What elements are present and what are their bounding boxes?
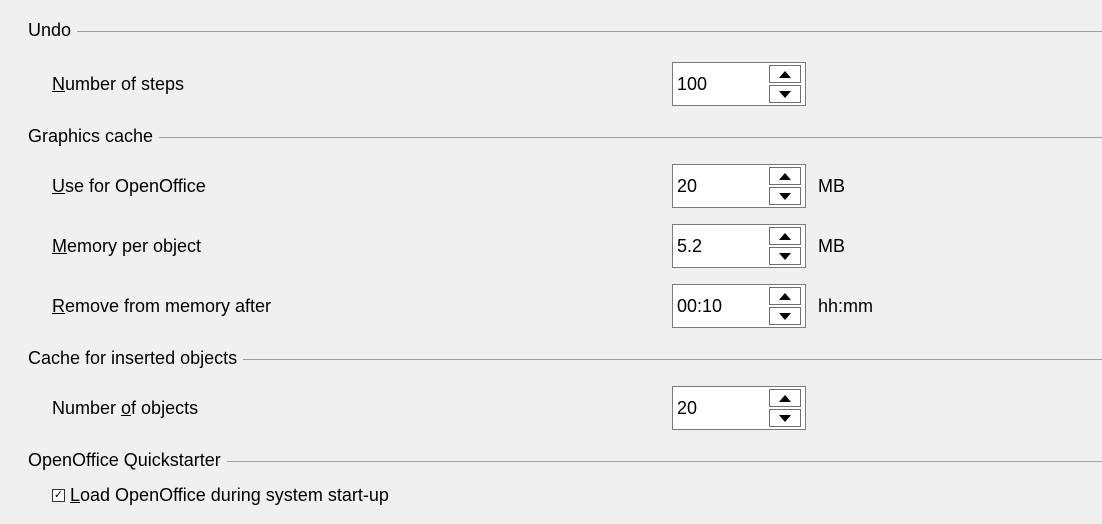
use-for-openoffice-label: Use for OpenOffice	[52, 176, 206, 196]
section-divider	[159, 136, 1102, 138]
undo-section-header: Undo	[28, 17, 1102, 43]
load-during-startup-label[interactable]: Load OpenOffice during system start-up	[70, 485, 389, 506]
arrow-down-icon	[779, 312, 791, 320]
arrow-down-icon	[779, 414, 791, 422]
number-of-objects-label: Number of objects	[52, 398, 199, 418]
decrement-button[interactable]	[769, 409, 801, 427]
arrow-up-icon	[779, 172, 791, 180]
section-divider	[226, 460, 1102, 462]
memory-per-object-row: Memory per object 5.2 MB	[0, 224, 1102, 268]
unit-label: MB	[818, 236, 845, 256]
graphics-cache-header-label: Graphics cache	[28, 125, 154, 146]
use-for-openoffice-input[interactable]: 20	[677, 165, 761, 207]
undo-header-label: Undo	[28, 19, 72, 40]
section-divider	[243, 358, 1102, 360]
remove-from-memory-spinbox[interactable]: 00:10	[672, 284, 806, 328]
inserted-objects-section-header: Cache for inserted objects	[28, 345, 1102, 371]
unit-label: hh:mm	[818, 296, 874, 316]
remove-from-memory-row: Remove from memory after 00:10 hh:mm	[0, 284, 1102, 328]
memory-per-object-label: Memory per object	[52, 236, 202, 256]
decrement-button[interactable]	[769, 307, 801, 325]
unit-label: MB	[818, 176, 845, 196]
number-of-steps-spinbox[interactable]: 100	[672, 62, 806, 106]
decrement-button[interactable]	[769, 247, 801, 265]
undo-steps-row: Number of steps 100	[0, 62, 1102, 106]
arrow-up-icon	[779, 232, 791, 240]
increment-button[interactable]	[769, 167, 801, 185]
checkmark-icon: ✓	[53, 488, 64, 501]
load-during-startup-checkbox[interactable]: ✓	[52, 488, 65, 502]
increment-button[interactable]	[769, 227, 801, 245]
quickstarter-header-label: OpenOffice Quickstarter	[28, 449, 221, 470]
use-for-openoffice-row: Use for OpenOffice 20 MB	[0, 164, 1102, 208]
remove-from-memory-input[interactable]: 00:10	[677, 285, 761, 327]
load-during-startup-option[interactable]: ✓ Load OpenOffice during system start-up	[52, 482, 389, 508]
number-of-objects-spinbox[interactable]: 20	[672, 386, 806, 430]
remove-from-memory-label: Remove from memory after	[52, 296, 272, 316]
section-divider	[77, 30, 1102, 32]
increment-button[interactable]	[769, 65, 801, 83]
arrow-down-icon	[779, 192, 791, 200]
decrement-button[interactable]	[769, 85, 801, 103]
number-of-objects-row: Number of objects 20	[0, 386, 1102, 430]
decrement-button[interactable]	[769, 187, 801, 205]
arrow-up-icon	[779, 292, 791, 300]
arrow-down-icon	[779, 252, 791, 260]
use-for-openoffice-spinbox[interactable]: 20	[672, 164, 806, 208]
inserted-objects-header-label: Cache for inserted objects	[28, 347, 238, 368]
arrow-down-icon	[779, 90, 791, 98]
increment-button[interactable]	[769, 389, 801, 407]
number-of-steps-label: Number of steps	[52, 74, 185, 94]
arrow-up-icon	[779, 70, 791, 78]
arrow-up-icon	[779, 394, 791, 402]
number-of-objects-input[interactable]: 20	[677, 387, 761, 429]
memory-options-panel: Undo Number of steps 100 Graphics cache …	[0, 0, 1102, 524]
graphics-cache-section-header: Graphics cache	[28, 123, 1102, 149]
memory-per-object-spinbox[interactable]: 5.2	[672, 224, 806, 268]
number-of-steps-input[interactable]: 100	[677, 63, 761, 105]
increment-button[interactable]	[769, 287, 801, 305]
quickstarter-section-header: OpenOffice Quickstarter	[28, 447, 1102, 473]
memory-per-object-input[interactable]: 5.2	[677, 225, 761, 267]
